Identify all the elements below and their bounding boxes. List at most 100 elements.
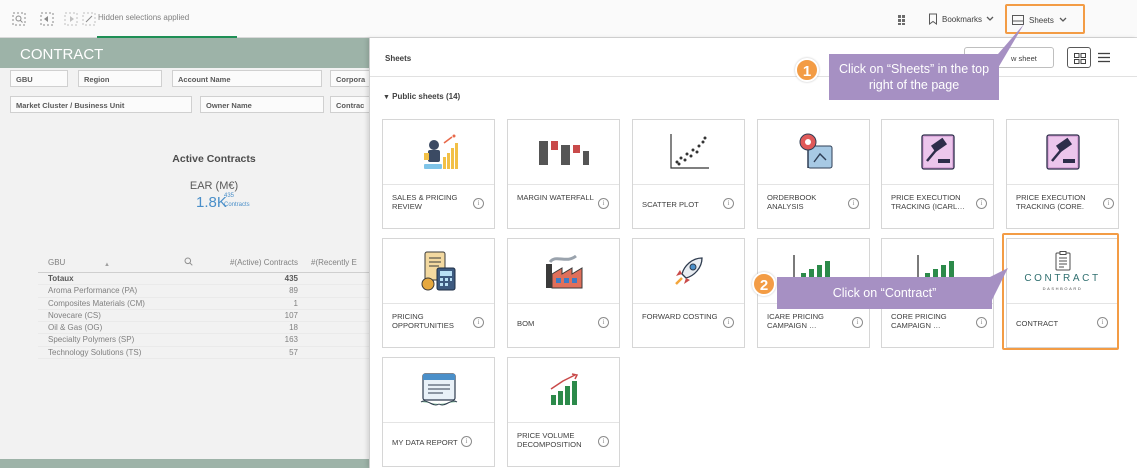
info-icon[interactable]: i: [598, 436, 609, 447]
info-icon[interactable]: i: [598, 198, 609, 209]
filter-row-2: Market Cluster / Business Unit Owner Nam…: [0, 96, 372, 116]
table-cell: Novecare (CS): [48, 310, 101, 320]
table-row[interactable]: Aroma Performance (PA) 89: [38, 285, 372, 298]
grid-menu-icon[interactable]: [896, 13, 910, 27]
info-icon[interactable]: i: [723, 198, 734, 209]
callout-step-2: Click on “Contract”: [777, 277, 992, 309]
growth-chart-icon: [508, 358, 619, 423]
filter-region[interactable]: Region: [78, 70, 162, 87]
sheet-card-sales-pricing[interactable]: SALES & PRICING REVIEW i: [382, 119, 495, 229]
filter-owner-name[interactable]: Owner Name: [200, 96, 324, 113]
info-icon[interactable]: i: [976, 198, 987, 209]
sheet-card-title: BOM: [517, 319, 535, 328]
selections-back-icon[interactable]: [40, 12, 54, 26]
bookmark-icon: [929, 13, 937, 25]
filter-corporate[interactable]: Corpora: [330, 70, 372, 87]
table-cell: Composites Materials (CM): [48, 298, 145, 308]
caret-down-icon: ▼: [383, 94, 390, 101]
table-row[interactable]: Novecare (CS) 107: [38, 310, 372, 323]
table-cell: Specialty Polymers (SP): [48, 335, 135, 345]
list-view-icon: [1098, 52, 1110, 63]
sheet-card-title: PRICE VOLUME DECOMPOSITION: [517, 431, 582, 449]
sheet-card-price-volume[interactable]: PRICE VOLUME DECOMPOSITION i: [507, 357, 620, 467]
sort-asc-icon[interactable]: ▲: [104, 262, 110, 268]
sheet-card-title: PRICE EXECUTION TRACKING (CORE.: [1016, 193, 1086, 211]
info-icon[interactable]: i: [976, 317, 987, 328]
sheet-card-bom[interactable]: BOM i: [507, 238, 620, 348]
info-icon[interactable]: i: [473, 198, 484, 209]
gavel-book-icon: [1007, 120, 1118, 185]
grid-view-icon: [1074, 53, 1086, 64]
kpi-count-caption: Contracts: [224, 202, 250, 208]
table-cell: 107: [284, 310, 298, 320]
sheet-card-title: PRICING OPPORTUNITIES: [392, 312, 454, 330]
table-row[interactable]: Composites Materials (CM) 1: [38, 298, 372, 310]
hidden-selections-text: Hidden selections applied: [98, 13, 190, 22]
factory-icon: [508, 239, 619, 304]
sheet-card-price-exec-icare[interactable]: PRICE EXECUTION TRACKING (ICARL… i: [881, 119, 994, 229]
info-icon[interactable]: i: [473, 317, 484, 328]
step-2-badge: 2: [752, 272, 776, 296]
list-view-toggle[interactable]: [1092, 47, 1116, 68]
col-header-recently[interactable]: #(Recently E: [311, 258, 357, 267]
sheet-card-title: ORDERBOOK ANALYSIS: [767, 193, 817, 211]
table-cell: 89: [289, 286, 298, 296]
sheet-card-title: CORE PRICING CAMPAIGN …: [891, 312, 947, 330]
sheet-card-title: MY DATA REPORT: [392, 438, 458, 447]
public-sheets-section[interactable]: ▼ Public sheets (14): [383, 92, 460, 101]
table-row[interactable]: Technology Solutions (TS) 57: [38, 347, 372, 360]
sheet-card-title: SCATTER PLOT: [642, 200, 699, 209]
col-header-gbu[interactable]: GBU: [48, 258, 65, 267]
sheet-card-my-data-report[interactable]: MY DATA REPORT i: [382, 357, 495, 467]
info-icon[interactable]: i: [723, 317, 734, 328]
grid-view-toggle[interactable]: [1067, 47, 1091, 68]
sheet-card-scatter-plot[interactable]: SCATTER PLOT i: [632, 119, 745, 229]
search-icon[interactable]: [184, 257, 193, 268]
table-cell: Technology Solutions (TS): [48, 347, 142, 357]
info-icon[interactable]: i: [852, 317, 863, 328]
table-row[interactable]: Oil & Gas (OG) 18: [38, 322, 372, 335]
sheet-card-forward-costing[interactable]: FORWARD COSTING i: [632, 238, 745, 348]
table-cell: 57: [289, 347, 298, 357]
calculator-icon: [383, 239, 494, 304]
report-icon: [383, 358, 494, 423]
sheet-card-orderbook[interactable]: ORDERBOOK ANALYSIS i: [757, 119, 870, 229]
sheets-panel-title: Sheets: [385, 54, 412, 63]
sales-pricing-icon: [383, 120, 494, 185]
selections-forward-icon[interactable]: [64, 12, 78, 26]
sheet-card-pricing-opportunities[interactable]: PRICING OPPORTUNITIES i: [382, 238, 495, 348]
callout-1-pointer: [998, 24, 1024, 68]
filter-account-name[interactable]: Account Name: [172, 70, 322, 87]
clear-selections-icon[interactable]: [82, 12, 96, 26]
table-row[interactable]: Specialty Polymers (SP) 163: [38, 334, 372, 347]
filter-contract[interactable]: Contrac: [330, 96, 372, 113]
sheet-card-title: FORWARD COSTING: [642, 312, 718, 321]
callout-2-pointer: [990, 268, 1008, 304]
table-cell: 18: [289, 323, 298, 333]
sheet-card-price-exec-core[interactable]: PRICE EXECUTION TRACKING (CORE. i: [1006, 119, 1119, 229]
col-header-active-contracts[interactable]: #(Active) Contracts: [198, 258, 298, 267]
page-footer-band: [0, 459, 372, 468]
info-icon[interactable]: i: [1103, 198, 1114, 209]
sheet-card-title: SALES & PRICING REVIEW: [392, 193, 458, 211]
filter-gbu[interactable]: GBU: [10, 70, 68, 87]
sheet-card-margin-waterfall[interactable]: MARGIN WATERFALL i: [507, 119, 620, 229]
info-icon[interactable]: i: [848, 198, 859, 209]
table-cell: 435: [284, 274, 298, 283]
filter-row-1: GBU Region Account Name Corpora: [0, 70, 372, 90]
sheet-card-title: MARGIN WATERFALL: [517, 193, 594, 202]
sheet-card-title: ICARE PRICING CAMPAIGN …: [767, 312, 824, 330]
rocket-icon: [633, 239, 744, 304]
smart-search-icon[interactable]: [12, 12, 26, 26]
bookmarks-button[interactable]: Bookmarks: [928, 13, 994, 25]
page-header: CONTRACT: [0, 38, 372, 68]
table-cell: 1: [293, 298, 298, 308]
table-cell: Oil & Gas (OG): [48, 323, 103, 333]
callout-step-2-text: Click on “Contract”: [832, 286, 937, 300]
filter-market-cluster[interactable]: Market Cluster / Business Unit: [10, 96, 192, 113]
info-icon[interactable]: i: [461, 436, 472, 447]
top-toolbar: Hidden selections applied Bookmarks Shee…: [0, 0, 1137, 38]
step-1-badge: 1: [795, 58, 819, 82]
kpi-subtitle: EAR (M€): [189, 180, 239, 192]
info-icon[interactable]: i: [598, 317, 609, 328]
